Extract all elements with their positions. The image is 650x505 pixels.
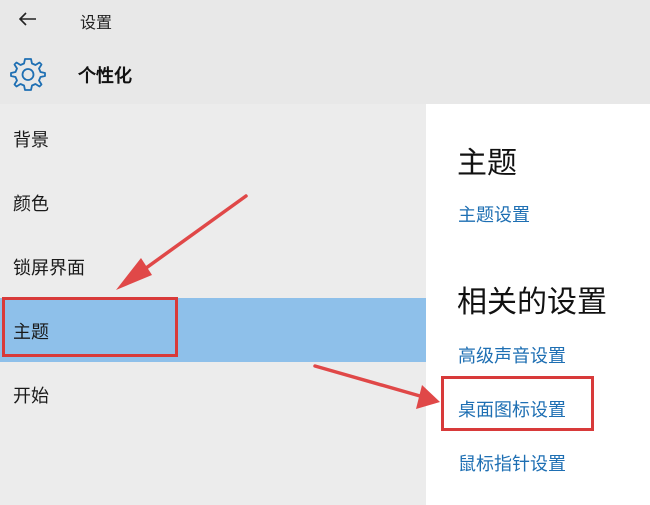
mouse-pointer-settings-link[interactable]: 鼠标指针设置 — [458, 450, 566, 476]
page-header: 个性化 — [0, 40, 650, 104]
sidebar-item-start[interactable]: 开始 — [0, 362, 426, 426]
theme-heading: 主题 — [457, 146, 517, 181]
gear-icon — [10, 58, 46, 91]
sidebar-item-background[interactable]: 背景 — [0, 106, 426, 170]
sidebar-item-lock-screen[interactable]: 锁屏界面 — [0, 234, 426, 298]
back-button[interactable] — [10, 4, 46, 34]
title-bar: 设置 — [0, 0, 650, 40]
annotation-box-desktop-icon-settings — [441, 376, 594, 431]
annotation-box-themes — [2, 297, 178, 357]
theme-settings-link[interactable]: 主题设置 — [458, 201, 530, 227]
sidebar-item-colors[interactable]: 颜色 — [0, 170, 426, 234]
back-arrow-icon — [19, 12, 36, 26]
sidebar-item-label: 开始 — [13, 386, 49, 407]
related-settings-heading: 相关的设置 — [457, 285, 607, 320]
sidebar-item-label: 背景 — [13, 130, 49, 151]
sidebar-item-label: 锁屏界面 — [13, 258, 85, 279]
advanced-sound-settings-link[interactable]: 高级声音设置 — [458, 342, 566, 368]
page-title: 个性化 — [78, 66, 132, 87]
app-title: 设置 — [80, 13, 113, 32]
sidebar-item-label: 颜色 — [13, 194, 49, 215]
